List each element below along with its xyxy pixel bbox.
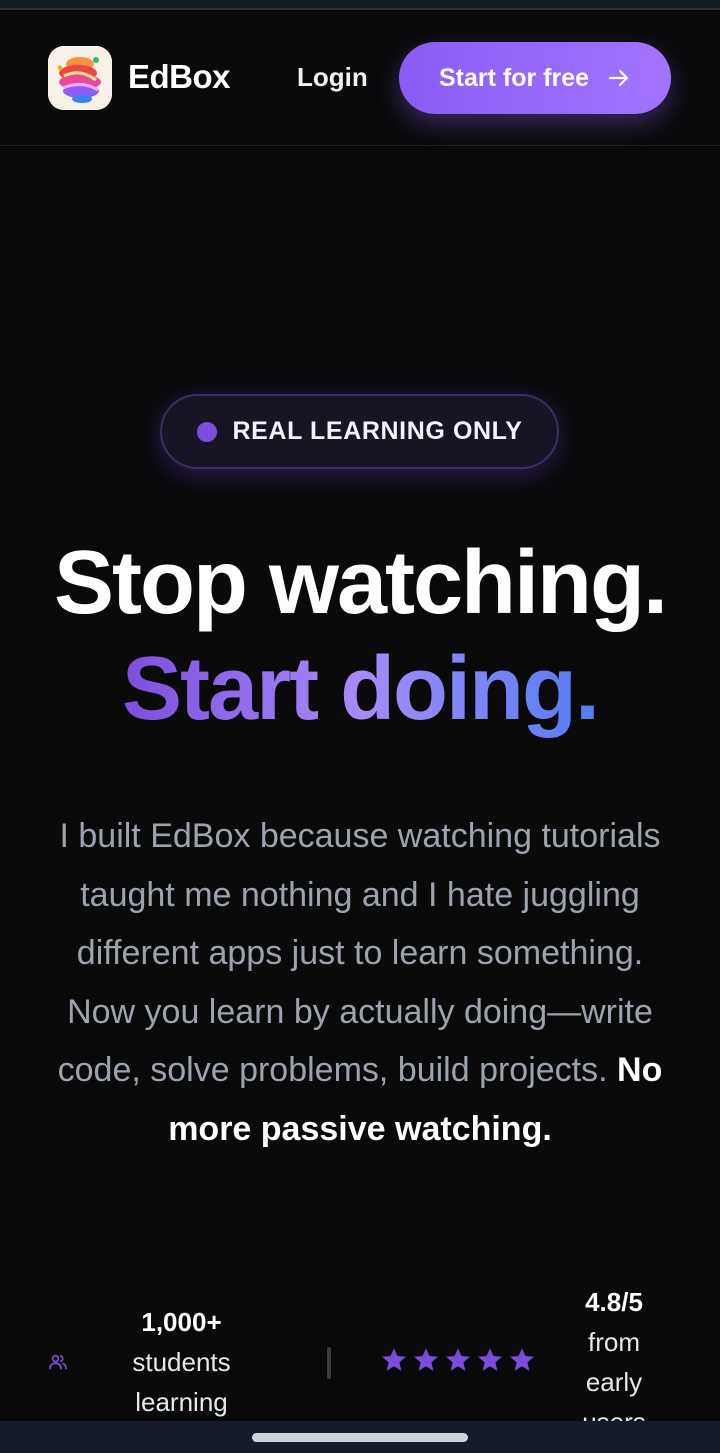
start-for-free-button[interactable]: Start for free <box>399 42 671 114</box>
students-label: students learning <box>132 1347 231 1417</box>
rating-value: 4.8/5 <box>585 1287 643 1317</box>
start-for-free-label: Start for free <box>438 63 590 92</box>
headline-line-2: Start doing. <box>116 636 604 754</box>
arrow-right-icon <box>608 69 629 87</box>
users-icon <box>49 1354 67 1370</box>
description-text: I built EdBox because watching tutorials… <box>57 817 661 1089</box>
login-link[interactable]: Login <box>297 61 368 93</box>
home-gesture-handle[interactable] <box>252 1433 468 1442</box>
status-bar-edge <box>0 0 720 10</box>
badge-label: REAL LEARNING ONLY <box>232 417 523 445</box>
real-learning-badge: REAL LEARNING ONLY <box>160 394 559 469</box>
students-stat: 1,000+ students learning <box>100 1302 263 1422</box>
star-icon <box>510 1348 534 1371</box>
rating-stars <box>380 1346 536 1374</box>
students-count: 1,000+ <box>141 1307 222 1337</box>
headline-line-1: Stop watching. <box>54 533 668 633</box>
star-icon <box>382 1348 406 1371</box>
system-navigation-bar <box>0 1421 720 1453</box>
star-icon <box>414 1348 438 1371</box>
dot-icon <box>196 421 217 442</box>
stats-divider <box>327 1347 331 1379</box>
brand-name[interactable]: EdBox <box>128 56 231 98</box>
page: EdBox Login Start for free REAL LEARNING… <box>0 0 720 1453</box>
star-icon <box>446 1348 470 1371</box>
rating-stat: 4.8/5 from early users <box>560 1282 668 1442</box>
hero-headline: Stop watching. Start doing. <box>0 530 720 754</box>
edbox-logo-icon[interactable] <box>48 46 112 110</box>
star-icon <box>478 1348 502 1371</box>
hero-description: I built EdBox because watching tutorials… <box>52 807 668 1158</box>
site-header: EdBox Login Start for free <box>0 12 720 146</box>
